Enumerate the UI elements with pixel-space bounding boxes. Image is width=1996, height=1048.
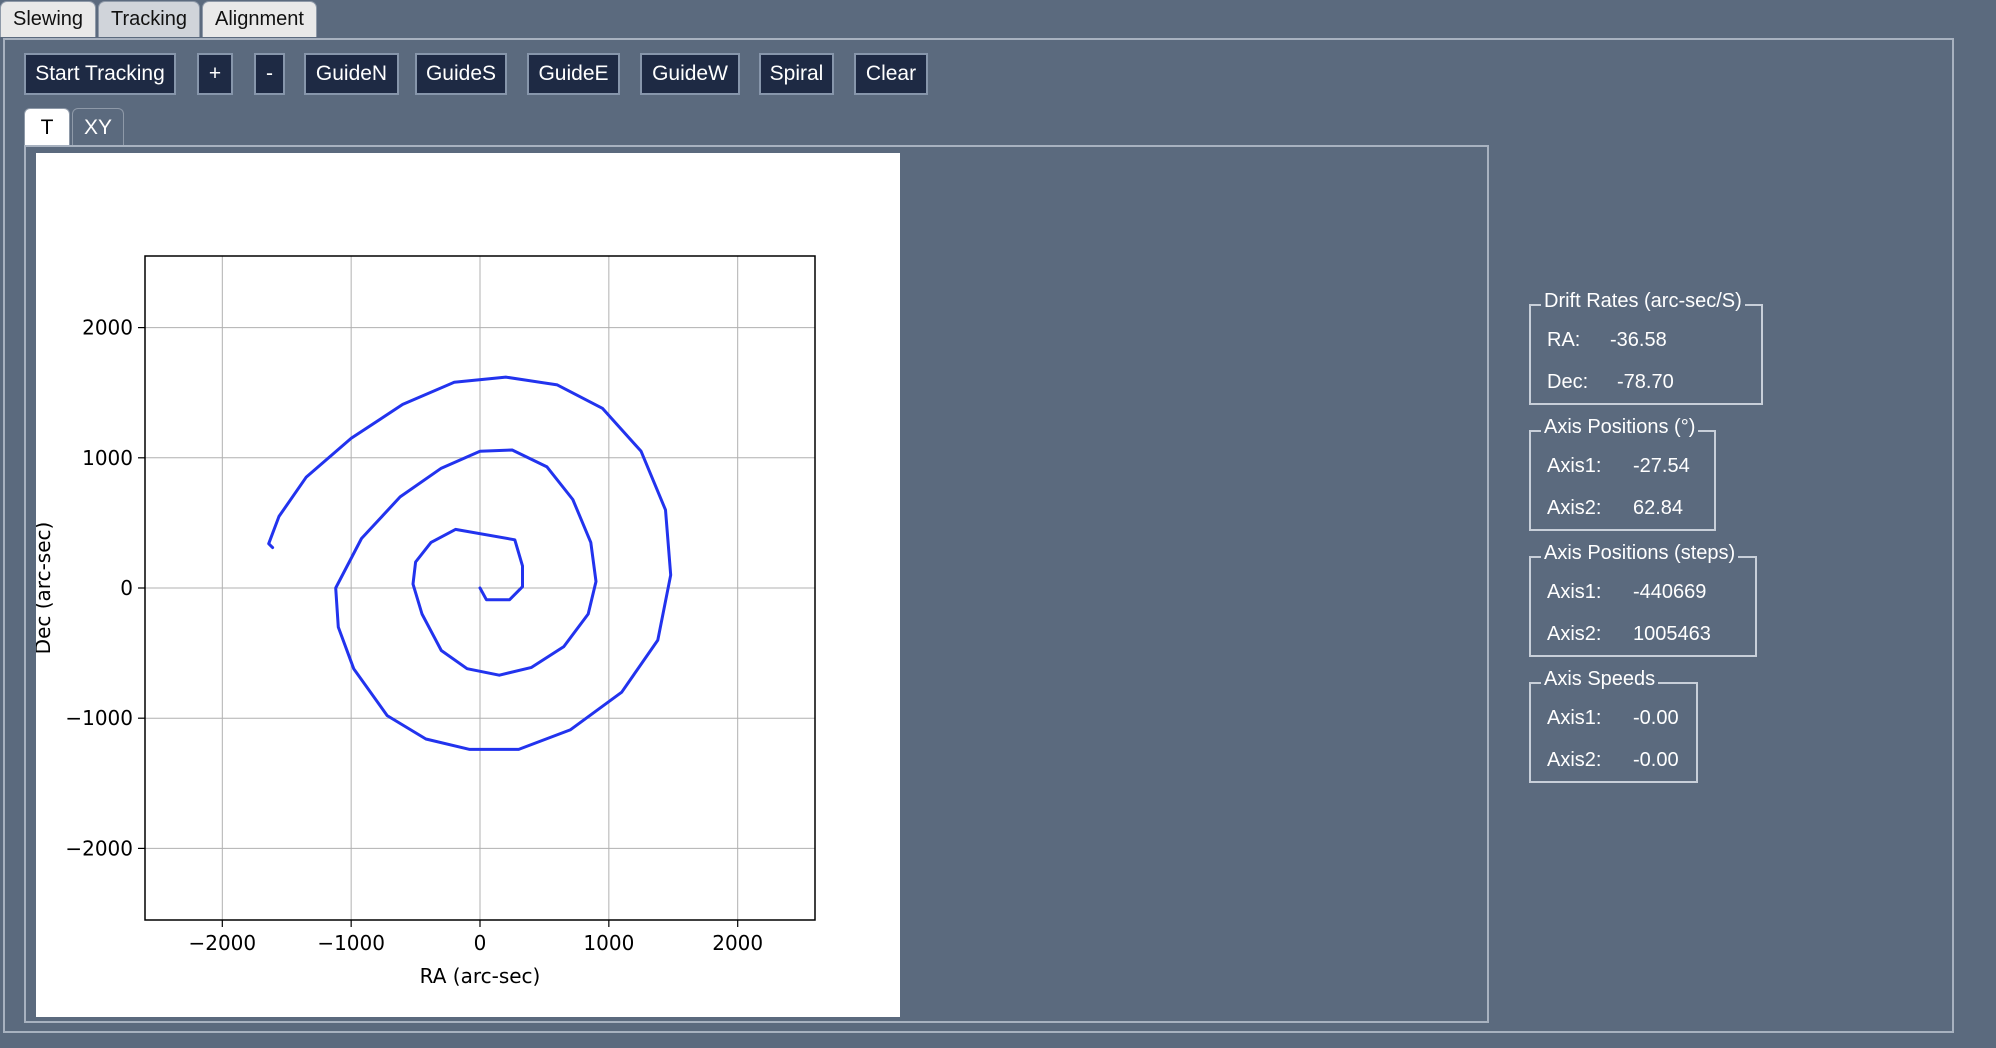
spiral-button[interactable]: Spiral — [759, 53, 834, 95]
drift-rates-title: Drift Rates (arc-sec/S) — [1541, 290, 1745, 313]
x-tick-label: 2000 — [712, 931, 763, 955]
x-tick-label: −1000 — [317, 931, 385, 955]
y-tick-label: 2000 — [82, 316, 133, 340]
drift-rates-group: Drift Rates (arc-sec/S) RA: -36.58 Dec: … — [1529, 290, 1763, 405]
clear-button[interactable]: Clear — [854, 53, 928, 95]
rate-plus-button[interactable]: + — [197, 53, 233, 95]
x-axis-label: RA (arc-sec) — [420, 964, 541, 988]
axis2-speed-value: -0.00 — [1633, 749, 1679, 771]
drift-ra-label: RA: — [1547, 329, 1581, 351]
start-tracking-button[interactable]: Start Tracking — [24, 53, 176, 95]
axis-positions-deg-title: Axis Positions (°) — [1541, 416, 1699, 439]
y-tick-label: 1000 — [82, 446, 133, 470]
axis1-deg-value: -27.54 — [1633, 455, 1690, 477]
drift-ra-value: -36.58 — [1610, 329, 1667, 351]
guide-west-button[interactable]: GuideW — [640, 53, 740, 95]
tracking-chart-svg: −2000 −1000 0 1000 2000 −2000 −1000 0 1000 2000 RA… — [36, 255, 816, 988]
axis1-deg-label: Axis1: — [1547, 455, 1602, 477]
subtab-t[interactable]: T — [24, 108, 70, 146]
spiral-series-line — [267, 375, 673, 751]
axis2-deg-label: Axis2: — [1547, 497, 1602, 519]
axis-positions-steps-title: Axis Positions (steps) — [1541, 542, 1739, 565]
y-axis-label: Dec (arc-sec) — [36, 522, 55, 655]
axis1-steps-label: Axis1: — [1547, 581, 1602, 603]
tracking-plot: −2000 −1000 0 1000 2000 −2000 −1000 0 1000 2000 RA… — [36, 153, 900, 1017]
tab-tracking[interactable]: Tracking — [98, 1, 200, 37]
axis-speeds-title: Axis Speeds — [1541, 668, 1659, 691]
axis2-steps-label: Axis2: — [1547, 623, 1602, 645]
tab-alignment[interactable]: Alignment — [202, 1, 317, 37]
guide-north-button[interactable]: GuideN — [304, 53, 399, 95]
axis2-speed-label: Axis2: — [1547, 749, 1602, 771]
axis-positions-deg-group: Axis Positions (°) Axis1: -27.54 Axis2: … — [1529, 416, 1716, 531]
rate-minus-button[interactable]: - — [254, 53, 285, 95]
drift-dec-label: Dec: — [1547, 371, 1589, 393]
y-tick-label: 0 — [120, 576, 133, 600]
axis-positions-steps-group: Axis Positions (steps) Axis1: -440669 Ax… — [1529, 542, 1757, 657]
y-tick-label: −2000 — [65, 836, 133, 860]
x-tick-label: 1000 — [583, 931, 634, 955]
tab-slewing[interactable]: Slewing — [0, 1, 97, 37]
x-tick-label: −2000 — [188, 931, 256, 955]
guide-south-button[interactable]: GuideS — [415, 53, 507, 95]
y-tick-label: −1000 — [65, 706, 133, 730]
axis1-speed-label: Axis1: — [1547, 707, 1602, 729]
axis1-speed-value: -0.00 — [1633, 707, 1679, 729]
x-tick-label: 0 — [474, 931, 487, 955]
main-tabs: Slewing Tracking Alignment — [0, 1, 319, 41]
subtab-xy[interactable]: XY — [72, 108, 124, 146]
drift-dec-value: -78.70 — [1617, 371, 1674, 393]
axis2-deg-value: 62.84 — [1633, 497, 1684, 519]
axis1-steps-value: -440669 — [1633, 581, 1707, 603]
axis2-steps-value: 1005463 — [1633, 623, 1711, 645]
axis-speeds-group: Axis Speeds Axis1: -0.00 Axis2: -0.00 — [1529, 668, 1698, 783]
guide-east-button[interactable]: GuideE — [527, 53, 620, 95]
